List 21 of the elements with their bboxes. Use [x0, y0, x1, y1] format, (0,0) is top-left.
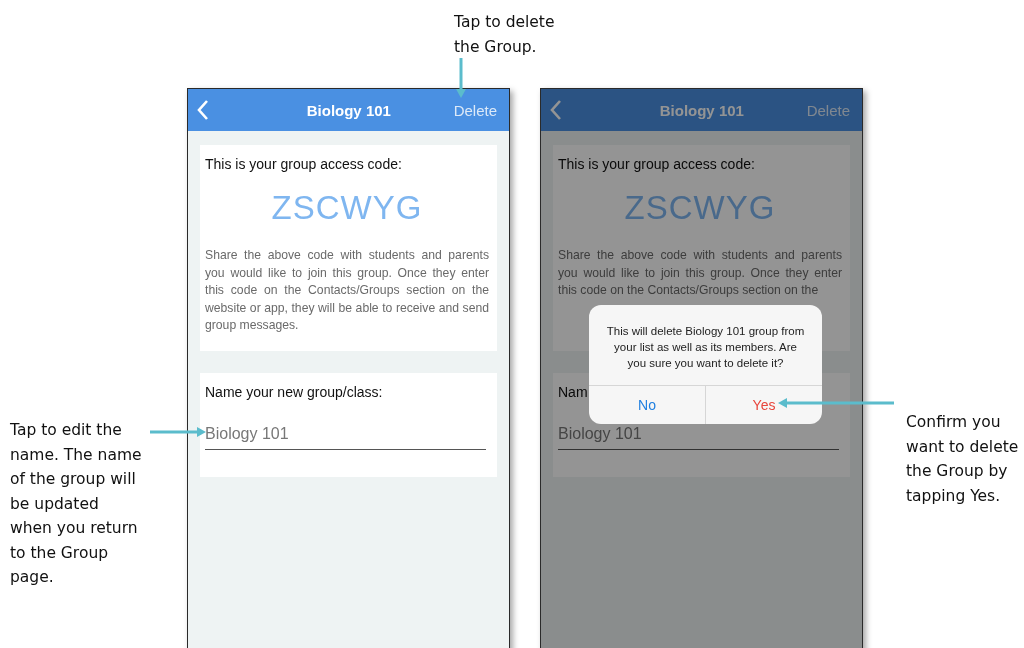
annotation-text: Tap to edit the name. The name of the group will be updated when you return to the Group page.: [10, 420, 142, 588]
field-label: Name your new group/class:: [205, 384, 383, 400]
header-title: Biology 101: [305, 101, 392, 119]
back-icon[interactable]: [549, 99, 563, 121]
access-code: ZSCWYG: [270, 189, 424, 227]
annotation-text: Tap to delete the Group.: [454, 12, 555, 58]
arrow: [150, 426, 206, 438]
back-icon[interactable]: [196, 99, 210, 121]
field-label: Nam: [558, 384, 588, 400]
delete-button[interactable]: Delete: [806, 101, 850, 119]
access-code: ZSCWYG: [623, 189, 777, 227]
code-description: Share the above code with students and parents you would like to join this group. Once they enter this code on the Contacts/Groups section on the website or app, they will be able to receive and send group messages.: [205, 247, 489, 335]
annotation-text: Confirm you want to delete the Group by tapping Yes.: [906, 412, 1019, 507]
delete-button[interactable]: Delete: [453, 101, 497, 119]
code-description: Share the above code with students and parents you would like to join this group. Once they enter this code on the Contacts/Groups section on the: [558, 247, 842, 300]
group-name-field[interactable]: Biology 101: [205, 411, 486, 450]
dialog-message: This will delete Biology 101 group from your list as well as its members. Are you sure you want to delete it?: [605, 324, 806, 371]
card-label: This is your group access code:: [205, 156, 402, 172]
header-title: Biology 101: [658, 101, 745, 119]
card-label: This is your group access code:: [558, 156, 755, 172]
arrow: [455, 58, 467, 98]
